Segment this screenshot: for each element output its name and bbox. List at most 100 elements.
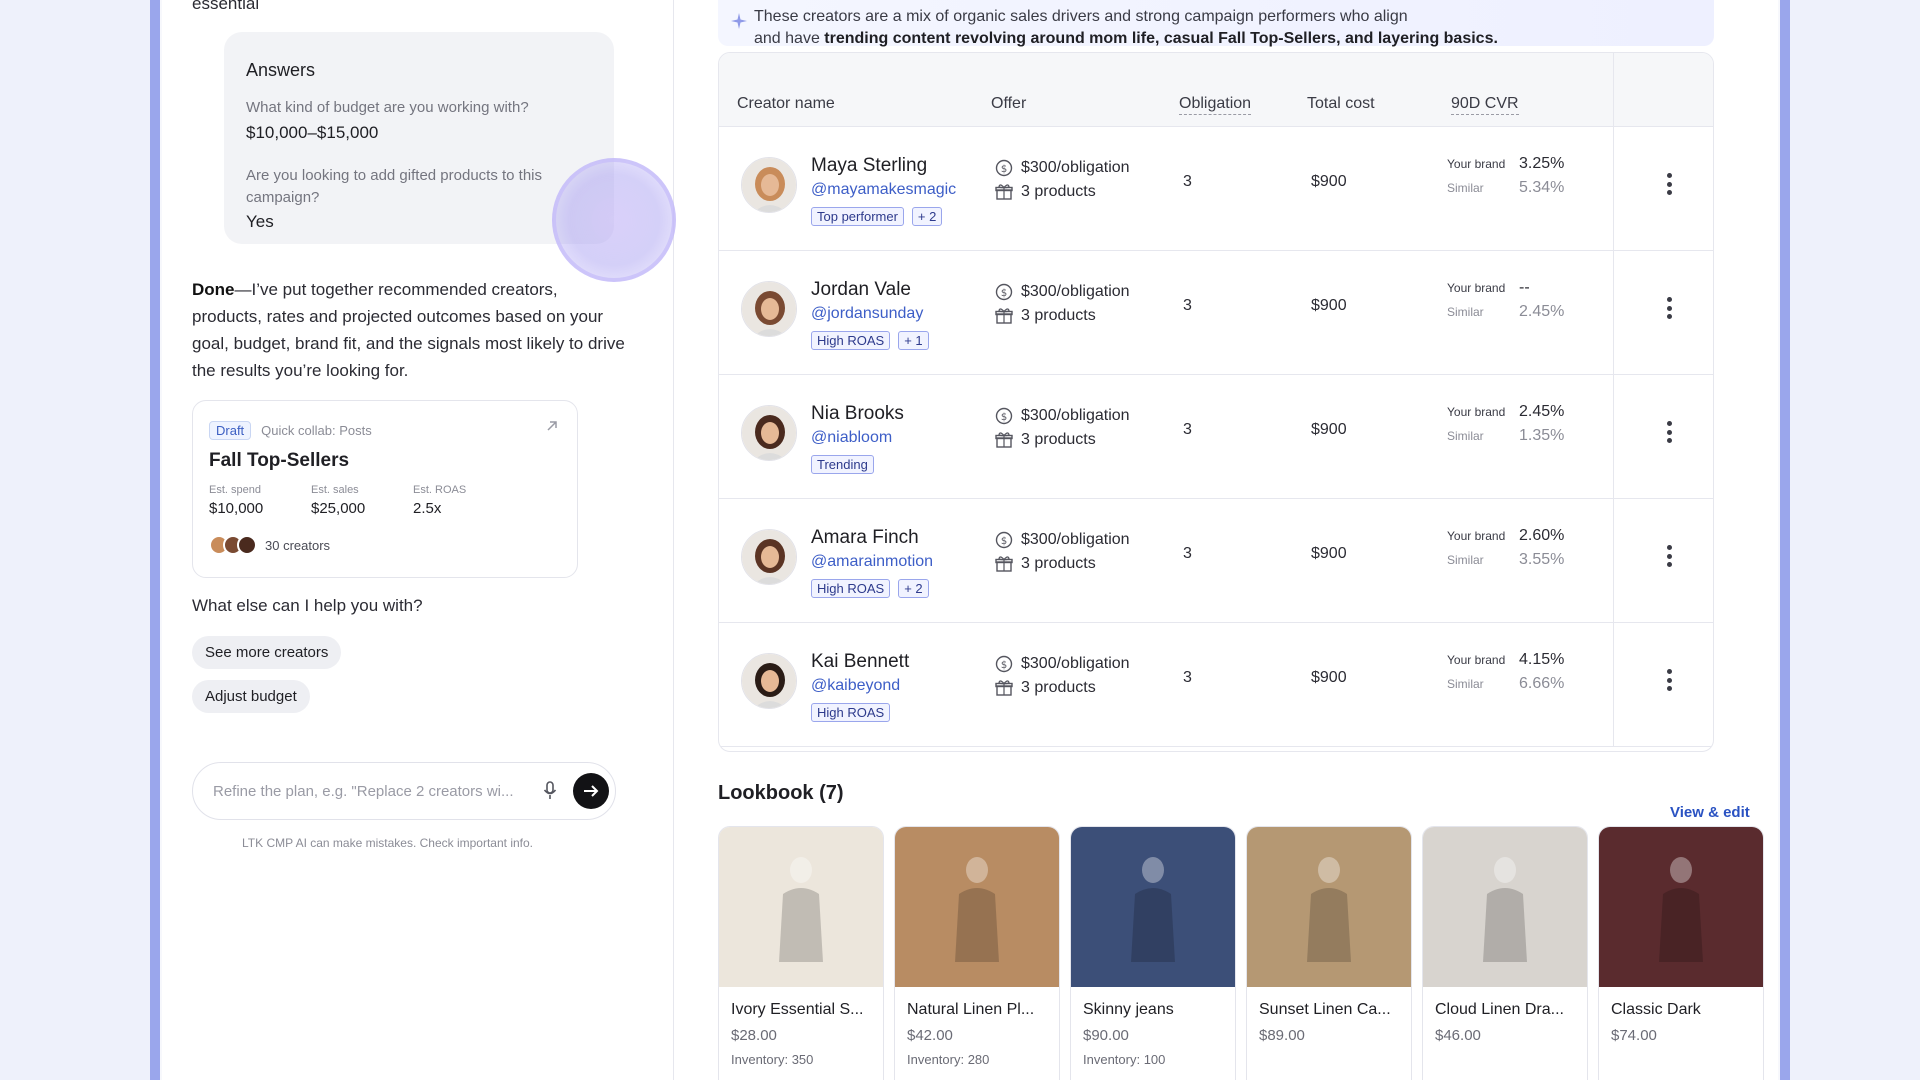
lookbook-products: Ivory Essential S... $28.00 Inventory: 3… [718,826,1764,1080]
microphone-icon[interactable] [537,778,563,804]
stat-value: $10,000 [209,500,264,517]
product-card[interactable]: Natural Linen Pl... $42.00 Inventory: 28… [894,826,1060,1080]
column-divider [1613,53,1614,126]
avatar[interactable] [741,157,797,213]
cvr-value: 2.45% [1519,303,1565,320]
stat-label: Est. ROAS [413,484,467,496]
sparkle-icon [730,12,748,37]
answers-card: Answers What kind of budget are you work… [224,32,614,244]
avatar[interactable] [741,281,797,337]
creator-handle[interactable]: @kaibeyond [811,677,900,695]
dollar-icon: $ [995,531,1013,549]
cvr-label: Your brand [1447,653,1506,667]
product-card[interactable]: Ivory Essential S... $28.00 Inventory: 3… [718,826,884,1080]
gift-icon [995,680,1013,696]
dollar-icon: $ [995,159,1013,177]
send-button[interactable] [573,773,609,809]
answers-heading: Answers [246,60,316,80]
gift-icon [995,308,1013,324]
product-card[interactable]: Classic Dark $74.00 [1598,826,1764,1080]
product-card[interactable]: Cloud Linen Dra... $46.00 [1422,826,1588,1080]
more-options-icon[interactable] [1659,541,1679,571]
answer-value: $10,000–$15,000 [246,122,379,142]
cvr-your-brand: Your brand 3.25% [1447,155,1597,173]
cvr-value: -- [1519,279,1530,296]
ai-disclaimer: LTK CMP AI can make mistakes. Check impo… [242,836,533,850]
creator-handle[interactable]: @amarainmotion [811,553,933,571]
avatar[interactable] [741,529,797,585]
table-row[interactable]: Jordan Vale @jordansunday High ROAS + 1 $… [719,251,1713,375]
app-window: essential Answers What kind of budget ar… [162,0,1778,1080]
offer-rate-text: $300/obligation [1021,407,1130,424]
column-divider [1613,251,1614,374]
product-silhouette-icon [1483,857,1527,962]
more-options-icon[interactable] [1659,665,1679,695]
chat-input[interactable] [213,782,537,800]
more-options-icon[interactable] [1659,293,1679,323]
column-90d-cvr[interactable]: 90D CVR [1451,95,1519,115]
product-silhouette-icon [1307,857,1351,962]
table-row[interactable]: Amara Finch @amarainmotion High ROAS + 2 … [719,499,1713,623]
offer-products: 3 products [995,555,1130,573]
creator-name[interactable]: Amara Finch [811,527,919,549]
table-body: Maya Sterling @mayamakesmagic Top perfor… [719,127,1713,747]
product-image [1423,827,1587,987]
svg-text:$: $ [1001,288,1007,299]
more-options-icon[interactable] [1659,417,1679,447]
insight-line2-text: and have [754,30,825,47]
creators-count: 30 creators [265,537,331,553]
offer-cell: $ $300/obligation 3 products [995,283,1130,331]
cvr-cell: Your brand 4.15% Similar 6.66% [1447,651,1597,699]
view-edit-link[interactable]: View & edit [1670,804,1750,821]
see-more-creators-button[interactable]: See more creators [192,636,342,669]
creator-name[interactable]: Maya Sterling [811,155,927,177]
offer-products-text: 3 products [1021,431,1096,448]
answer-value: Yes [246,212,274,232]
table-row[interactable]: Kai Bennett @kaibeyond High ROAS $ $300/… [719,623,1713,747]
offer-rate-text: $300/obligation [1021,283,1130,300]
table-row[interactable]: Maya Sterling @mayamakesmagic Top perfor… [719,127,1713,251]
svg-text:$: $ [1001,412,1007,423]
total-cost-cell: $900 [1311,421,1347,438]
creator-handle[interactable]: @jordansunday [811,305,923,323]
avatar[interactable] [741,405,797,461]
assistant-message-text: —I’ve put together recommended creators,… [192,280,625,380]
offer-rate-text: $300/obligation [1021,655,1130,672]
cvr-label: Similar [1447,429,1484,443]
creator-name[interactable]: Jordan Vale [811,279,911,301]
product-inventory [1247,1048,1411,1056]
cvr-value: 4.15% [1519,651,1565,668]
creator-name[interactable]: Kai Bennett [811,651,909,673]
avatar[interactable] [741,653,797,709]
total-cost-cell: $900 [1311,545,1347,562]
creator-handle[interactable]: @mayamakesmagic [811,181,956,199]
draft-badge: Draft [209,421,252,440]
offer-cell: $ $300/obligation 3 products [995,159,1130,207]
stat-value: 2.5x [413,500,442,517]
product-card[interactable]: Sunset Linen Ca... $89.00 [1246,826,1412,1080]
campaign-plan-card[interactable]: Draft Quick collab: Posts Fall Top-Selle… [192,400,578,578]
cvr-label: Your brand [1447,157,1506,171]
open-external-icon[interactable] [545,419,559,438]
dollar-icon: $ [995,655,1013,673]
product-name: Classic Dark [1611,1001,1701,1018]
offer-products-text: 3 products [1021,307,1096,324]
more-options-icon[interactable] [1659,169,1679,199]
offer-rate: $ $300/obligation [995,655,1130,673]
product-inventory [1423,1048,1587,1056]
cvr-value: 3.55% [1519,551,1565,568]
column-creator-name: Creator name [737,95,835,112]
table-row[interactable]: Nia Brooks @niabloom Trending $ $300/obl… [719,375,1713,499]
product-card[interactable]: Skinny jeans $90.00 Inventory: 100 [1070,826,1236,1080]
creator-name[interactable]: Nia Brooks [811,403,904,425]
column-divider [1613,623,1614,746]
assistant-message: Done—I’ve put together recommended creat… [192,276,632,384]
adjust-budget-button[interactable]: Adjust budget [192,680,310,713]
cvr-value: 1.35% [1519,427,1565,444]
obligation-cell: 3 [1183,173,1192,190]
product-silhouette-icon [779,857,823,962]
column-obligation[interactable]: Obligation [1179,95,1252,115]
offer-products-text: 3 products [1021,679,1096,696]
creator-handle[interactable]: @niabloom [811,429,892,447]
product-inventory: Inventory: 350 [731,1052,814,1067]
